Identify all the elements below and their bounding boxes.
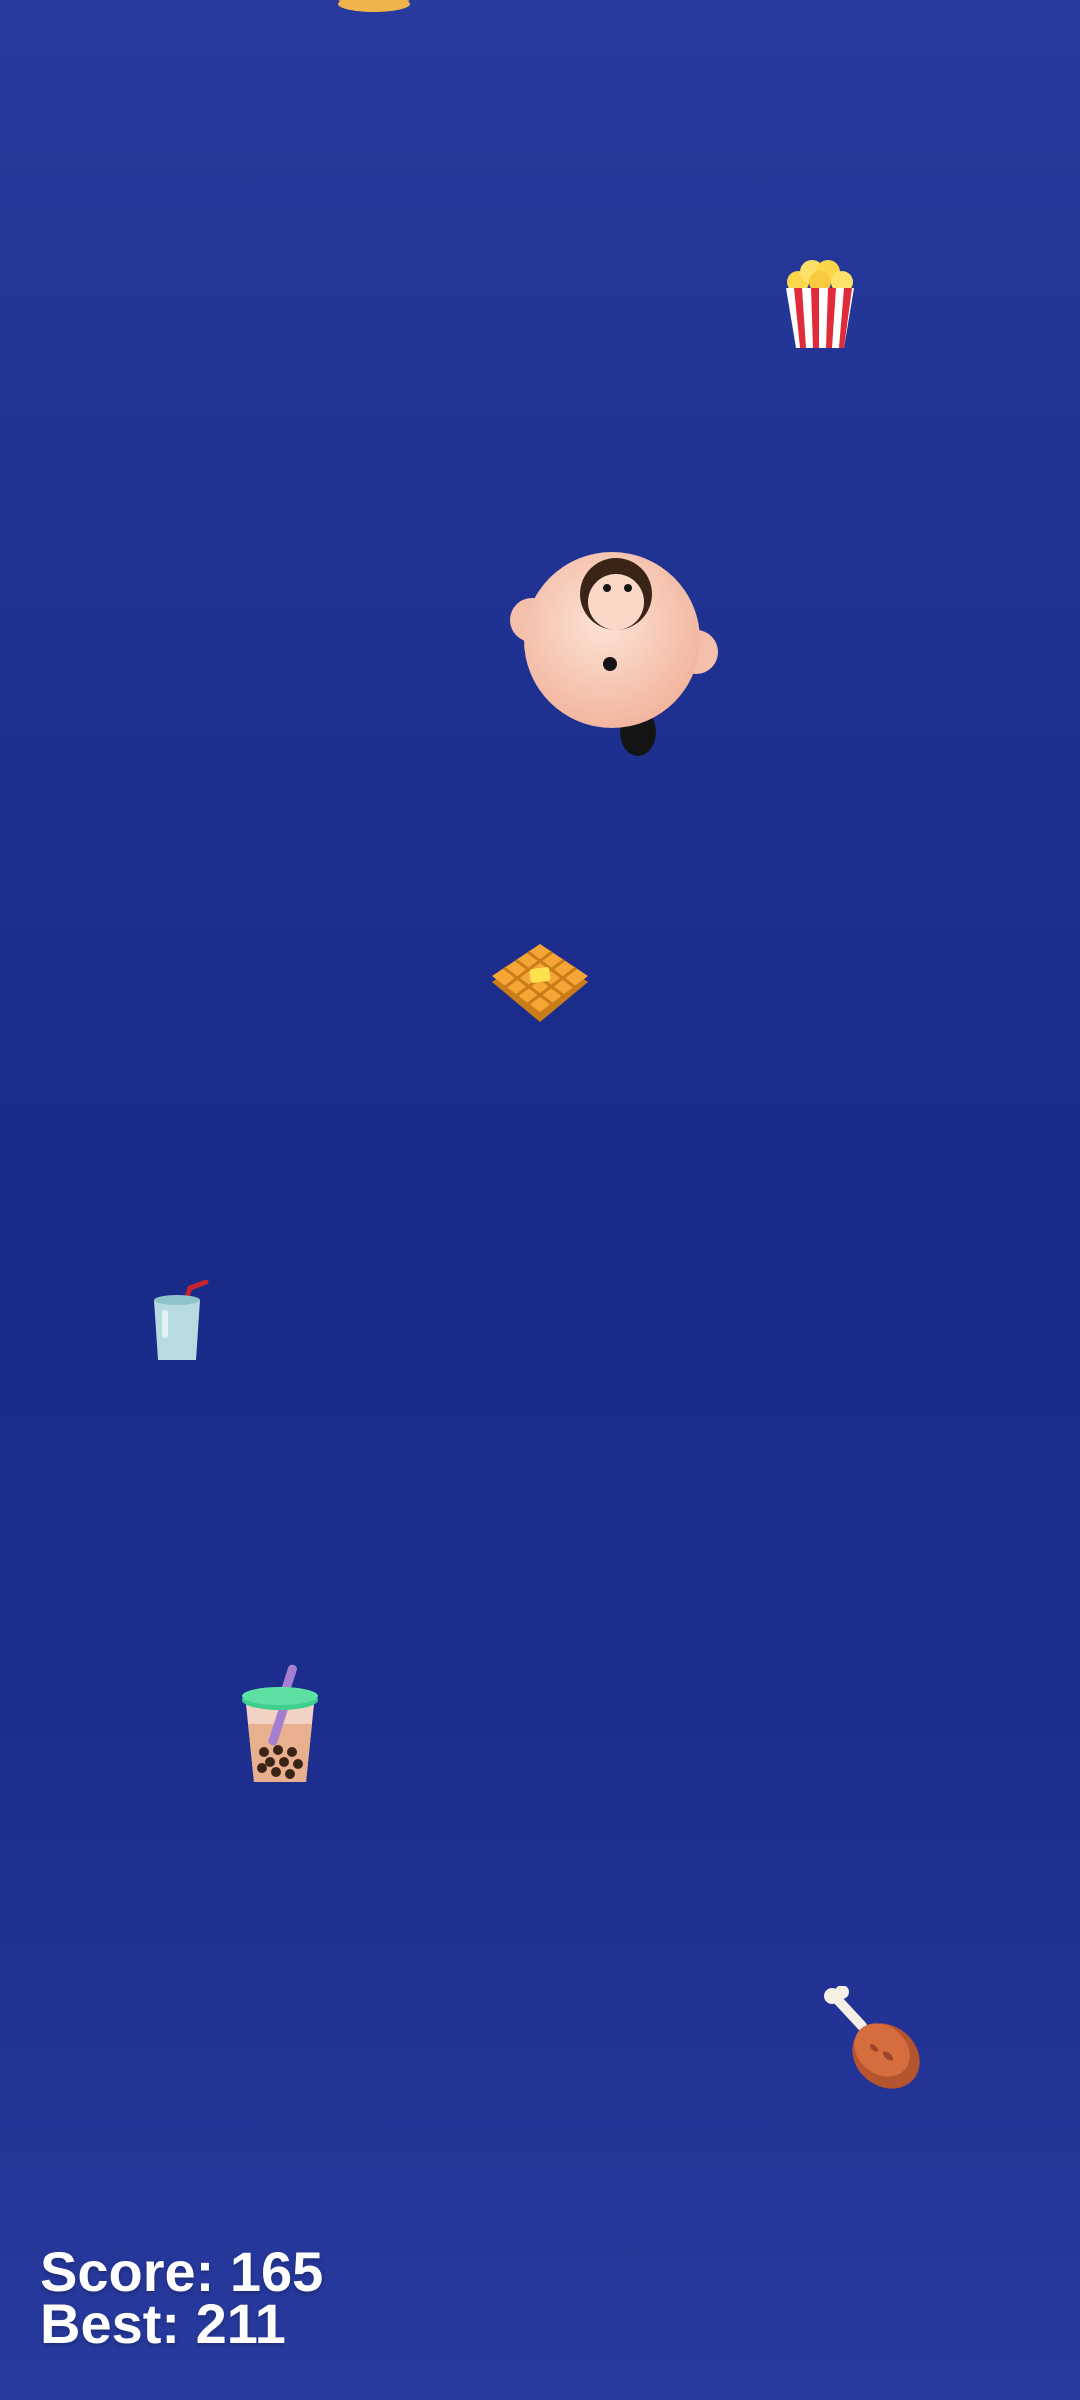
score-hud: Score: 165 Best: 211 <box>40 2244 323 2352</box>
bubble-tea-icon <box>242 1664 318 1782</box>
popcorn-icon <box>786 260 854 348</box>
best-value: 211 <box>195 2292 286 2355</box>
donut-icon <box>338 0 410 12</box>
best-line: Best: 211 <box>40 2296 323 2352</box>
drink-cup-icon <box>154 1280 209 1360</box>
waffle-icon <box>492 944 588 1022</box>
player-character[interactable] <box>508 552 720 760</box>
best-label: Best: <box>40 2292 181 2355</box>
chicken-drumstick-icon <box>824 1986 920 2089</box>
score-line: Score: 165 <box>40 2244 323 2300</box>
game-canvas[interactable]: Score: 165 Best: 211 <box>0 0 1080 2400</box>
